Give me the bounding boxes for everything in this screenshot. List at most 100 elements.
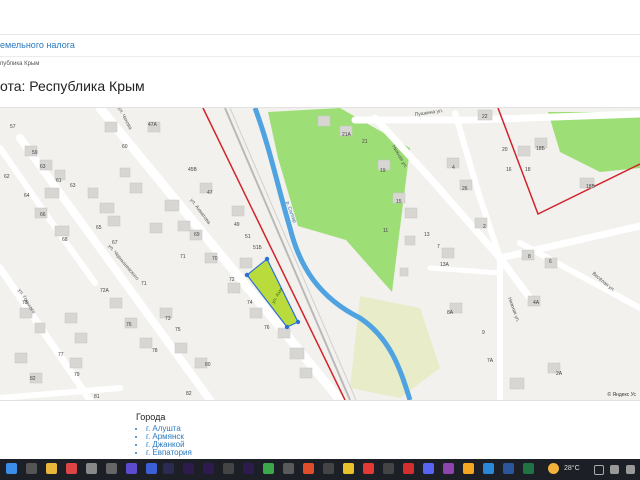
house-number: 67	[112, 240, 118, 246]
top-bar	[0, 0, 640, 35]
app-icon[interactable]	[243, 463, 254, 474]
nav-link-land-tax[interactable]: емельного налога	[0, 40, 75, 50]
house-number: 63	[40, 164, 46, 170]
house-number: 71	[180, 254, 186, 260]
house-number: 69	[194, 232, 200, 238]
house-number: 9	[482, 330, 485, 336]
house-number: 61	[56, 178, 62, 184]
map-attribution[interactable]: © Яндекс Ус	[607, 392, 636, 398]
house-number: 72	[229, 277, 235, 283]
app-icon[interactable]	[106, 463, 117, 474]
taskbar: 28°C	[0, 459, 640, 480]
cities-list: Города г. Алуштаг. Армянскг. Джанкойг. Е…	[136, 412, 192, 457]
house-number: 60	[122, 144, 128, 150]
premiere-icon[interactable]	[183, 463, 194, 474]
park-area-east	[548, 112, 640, 172]
house-number: 62	[4, 174, 10, 180]
house-number: 45В	[188, 167, 198, 173]
road-south-west	[0, 385, 123, 400]
meadow-area	[350, 296, 440, 398]
city-link[interactable]: г. Евпатория	[146, 449, 192, 457]
house-number: 57	[10, 124, 16, 130]
weather-temperature[interactable]: 28°C	[564, 465, 580, 472]
house-number: 13А	[440, 262, 450, 268]
breadcrumb[interactable]: публика Крым	[0, 61, 39, 67]
house-number: 49	[234, 222, 240, 228]
house-number: 19	[380, 168, 386, 174]
discord-icon[interactable]	[423, 463, 434, 474]
app-icon[interactable]	[263, 463, 274, 474]
app-icon[interactable]	[66, 463, 77, 474]
house-number: 4	[452, 165, 455, 171]
app-icon[interactable]	[483, 463, 494, 474]
house-number: 77	[58, 352, 64, 358]
house-number: 8А	[447, 310, 454, 316]
app-icon[interactable]	[403, 463, 414, 474]
app-icon[interactable]	[463, 463, 474, 474]
app-icon[interactable]	[283, 463, 294, 474]
house-number: 82	[186, 391, 192, 397]
volume-icon[interactable]	[626, 465, 635, 474]
app-icon[interactable]	[126, 463, 137, 474]
app-icon[interactable]	[223, 463, 234, 474]
yandex-browser-icon[interactable]	[363, 463, 374, 474]
street-label-pushkina: Пушкина ул.	[414, 108, 443, 118]
house-number: 4А	[533, 300, 540, 306]
house-number: 70	[212, 256, 218, 262]
page-title: ота: Республика Крым	[0, 78, 145, 94]
house-number: 26	[462, 186, 468, 192]
media-encoder-icon[interactable]	[163, 463, 174, 474]
app-icon[interactable]	[146, 463, 157, 474]
city-links: г. Алуштаг. Армянскг. Джанкойг. Евпатори…	[136, 425, 192, 457]
house-number: 59	[32, 150, 38, 156]
house-number: 18Б	[536, 146, 546, 152]
house-number: 13	[424, 232, 430, 238]
network-icon[interactable]	[610, 465, 619, 474]
app-icon[interactable]	[343, 463, 354, 474]
house-number: 80	[205, 362, 211, 368]
app-icon[interactable]	[323, 463, 334, 474]
house-number: 8	[528, 254, 531, 260]
house-number: 73	[165, 316, 171, 322]
house-number: 16	[506, 167, 512, 173]
app-icon[interactable]	[383, 463, 394, 474]
house-number: 7А	[487, 358, 494, 364]
word-icon[interactable]	[503, 463, 514, 474]
house-number: 68	[62, 237, 68, 243]
house-number: 76	[126, 322, 132, 328]
weather-icon[interactable]	[548, 463, 559, 474]
house-number: 66	[40, 212, 46, 218]
house-number: 18	[525, 167, 531, 173]
house-number: 21	[362, 139, 368, 145]
house-number: 82	[30, 376, 36, 382]
house-number: 64	[24, 193, 30, 199]
house-number: 22	[482, 114, 488, 120]
map-canvas[interactable]: ул. Ахматова ул. Ахм ул. Чехова ул. Черн…	[0, 108, 640, 400]
house-number: 15	[396, 199, 402, 205]
start-icon[interactable]	[6, 463, 17, 474]
task-view-icon[interactable]	[26, 463, 37, 474]
house-number: 11	[383, 228, 388, 234]
tray-chevron-icon[interactable]	[594, 465, 604, 475]
house-number: 73	[22, 300, 28, 306]
house-number: 2А	[556, 371, 563, 377]
house-number: 78	[152, 348, 158, 354]
divider	[0, 56, 640, 57]
excel-icon[interactable]	[523, 463, 534, 474]
house-number: 51Б	[253, 245, 263, 251]
cadastral-map[interactable]: ул. Ахматова ул. Ахм ул. Чехова ул. Черн…	[0, 107, 640, 401]
opera-icon[interactable]	[303, 463, 314, 474]
app-icon[interactable]	[86, 463, 97, 474]
explorer-icon[interactable]	[46, 463, 57, 474]
house-number: 7	[437, 244, 440, 250]
road-lane	[427, 265, 503, 276]
house-number: 47А	[148, 122, 158, 128]
house-number: 74	[247, 300, 253, 306]
house-number: 72А	[100, 288, 110, 294]
house-number: 2	[483, 224, 486, 230]
house-number: 6	[549, 259, 552, 265]
house-number: 75	[175, 327, 181, 333]
house-number: 20	[502, 147, 508, 153]
app-icon[interactable]	[443, 463, 454, 474]
after-effects-icon[interactable]	[203, 463, 214, 474]
